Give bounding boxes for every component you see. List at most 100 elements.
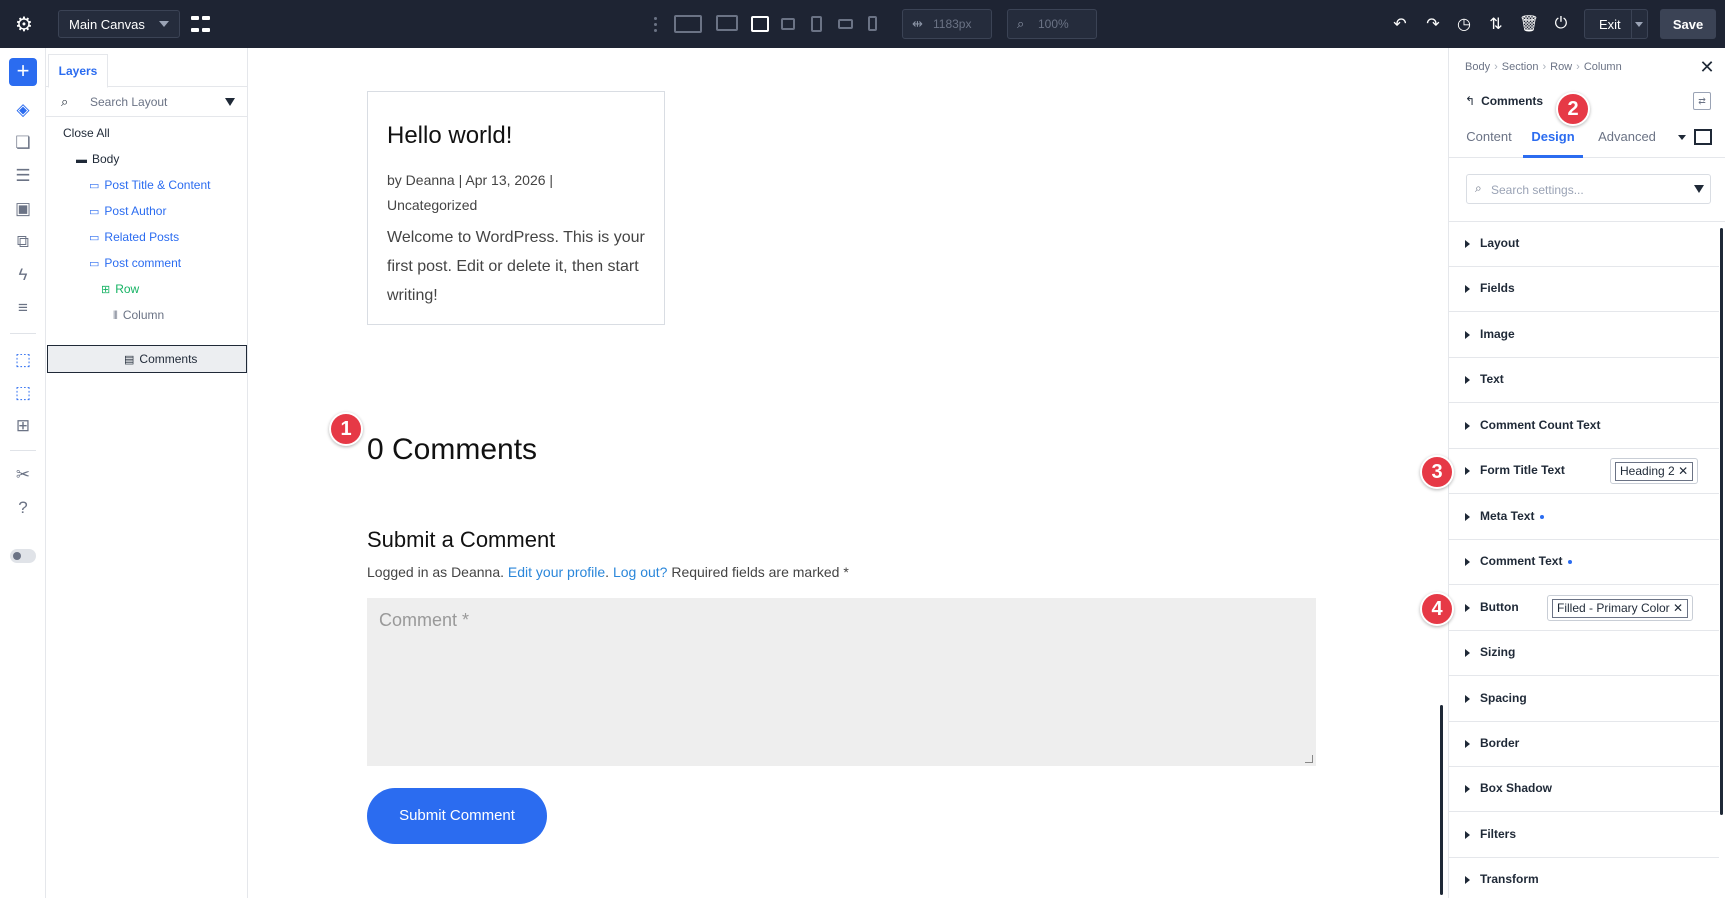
lightning-icon[interactable]: ϟ	[11, 263, 35, 287]
module-icon: ▭	[89, 232, 100, 244]
comment-textarea[interactable]: Comment *	[367, 598, 1316, 766]
power-icon[interactable]: ⏻	[1549, 12, 1573, 36]
canvas-select[interactable]: Main Canvas	[58, 10, 180, 38]
database-icon[interactable]: ☰	[11, 164, 35, 188]
select-tool-icon[interactable]: ⬚	[11, 348, 35, 372]
more-vertical-icon[interactable]	[650, 14, 660, 34]
small-landscape-view-icon[interactable]	[781, 18, 795, 30]
breadcrumb-section[interactable]: Section	[1502, 61, 1539, 73]
group-spacing[interactable]: Spacing	[1449, 677, 1719, 722]
variables-icon[interactable]: ▣	[11, 197, 35, 221]
zoom-field[interactable]: ⌕ 100%	[1007, 9, 1097, 39]
remove-preset-x-icon[interactable]: ✕	[1673, 601, 1683, 615]
layer-item-related-posts[interactable]: ▭ Related Posts	[89, 225, 179, 249]
mode-toggle[interactable]	[10, 549, 36, 563]
breadcrumb: Body › Section › Row › Column	[1465, 61, 1622, 73]
pages-icon[interactable]: ⧉	[11, 230, 35, 254]
exit-dropdown-chevron-icon[interactable]	[1635, 22, 1643, 27]
template-icon[interactable]: ⊞	[11, 414, 35, 438]
group-text[interactable]: Text	[1449, 358, 1719, 403]
tab-content[interactable]: Content	[1459, 116, 1519, 158]
canvas-width-field[interactable]: ⇹ 1183px	[902, 9, 992, 39]
layer-item-column[interactable]: ⦀ Column	[113, 303, 164, 327]
add-plus-icon[interactable]: +	[9, 58, 37, 86]
close-all-button[interactable]: Close All	[63, 121, 110, 145]
logout-link[interactable]: Log out?	[613, 564, 668, 580]
group-layout[interactable]: Layout	[1449, 222, 1719, 267]
group-border[interactable]: Border	[1449, 722, 1719, 767]
layer-item-comments[interactable]: ▤ Comments	[124, 347, 197, 371]
phone-landscape-view-icon[interactable]	[838, 19, 853, 29]
post-card[interactable]: Hello world! by Deanna | Apr 13, 2026 | …	[367, 91, 665, 325]
filter-icon[interactable]	[225, 98, 235, 106]
layer-item-post-author[interactable]: ▭ Post Author	[89, 199, 166, 223]
post-meta: by Deanna | Apr 13, 2026 | Uncategorized	[387, 168, 657, 218]
tab-design[interactable]: Design	[1523, 116, 1583, 158]
zoom-search-icon: ⌕	[1017, 16, 1025, 31]
preset-tag-heading-2[interactable]: Heading 2 ✕	[1610, 458, 1699, 484]
preset-tag-filled-primary[interactable]: Filled - Primary Color ✕	[1547, 595, 1694, 621]
group-comment-text[interactable]: Comment Text	[1449, 540, 1719, 585]
comments-count-heading: 0 Comments	[367, 433, 538, 466]
submit-comment-button[interactable]: Submit Comment	[367, 788, 547, 844]
group-form-title-text[interactable]: Form Title Text Heading 2 ✕	[1449, 449, 1719, 494]
save-button[interactable]: Save	[1660, 9, 1716, 39]
resize-handle-icon[interactable]	[1305, 755, 1313, 763]
tabs-chevron-down-icon[interactable]	[1678, 135, 1686, 140]
undo-icon[interactable]: ↶	[1388, 12, 1412, 36]
help-icon[interactable]: ?	[11, 496, 35, 520]
settings-gear-icon[interactable]: ⚙	[12, 12, 36, 36]
layer-item-row[interactable]: ⊞ Row	[101, 277, 139, 301]
breadcrumb-column[interactable]: Column	[1584, 61, 1622, 73]
group-transform[interactable]: Transform	[1449, 858, 1719, 898]
layer-item-body[interactable]: ▬ Body	[76, 147, 119, 171]
group-comment-count-text[interactable]: Comment Count Text	[1449, 404, 1719, 449]
settings-sliders-icon[interactable]: ≡	[11, 296, 35, 320]
preset-square-icon[interactable]	[1694, 129, 1712, 145]
edit-profile-link[interactable]: Edit your profile	[508, 564, 605, 580]
tools-icon[interactable]: ✂	[11, 463, 35, 487]
grid-view-icon[interactable]	[190, 14, 210, 34]
design-library-icon[interactable]: ❏	[11, 131, 35, 155]
desktop-view-icon[interactable]	[716, 15, 738, 31]
layer-item-label: Column	[122, 308, 165, 322]
group-image[interactable]: Image	[1449, 313, 1719, 358]
settings-panel: Body › Section › Row › Column ✕ ↰ Comments ⇄ 2 …	[1448, 48, 1725, 898]
group-sizing[interactable]: Sizing	[1449, 631, 1719, 676]
submit-comment-heading: Submit a Comment	[367, 527, 556, 552]
settings-search-placeholder: Search settings...	[1491, 183, 1584, 197]
layer-item-post-comment[interactable]: ▭ Post comment	[89, 251, 181, 275]
redo-icon[interactable]: ↷	[1421, 12, 1445, 36]
group-meta-text[interactable]: Meta Text	[1449, 495, 1719, 540]
layer-item-post-title-content[interactable]: ▭ Post Title & Content	[89, 173, 210, 197]
group-fields[interactable]: Fields	[1449, 267, 1719, 312]
canvas-scrollbar[interactable]	[1440, 705, 1443, 895]
step-marker-4: 4	[1420, 592, 1454, 626]
module-options-icon[interactable]: ⇄	[1693, 92, 1711, 110]
exit-button[interactable]: Exit	[1584, 9, 1648, 39]
tab-advanced[interactable]: Advanced	[1589, 116, 1665, 158]
trash-icon[interactable]: 🗑	[1517, 12, 1541, 36]
settings-search-input[interactable]: ⌕ Search settings...	[1466, 174, 1711, 204]
close-icon[interactable]: ✕	[1698, 58, 1716, 76]
settings-scrollbar[interactable]	[1720, 228, 1723, 815]
layers-icon[interactable]: ◈	[11, 98, 35, 122]
breadcrumb-body[interactable]: Body	[1465, 61, 1490, 73]
history-icon[interactable]: ◷	[1452, 12, 1476, 36]
import-export-icon[interactable]: ⇅	[1484, 12, 1508, 36]
phone-portrait-view-icon[interactable]	[868, 16, 877, 31]
layers-search-input[interactable]: ⌕ Search Layout	[46, 87, 248, 117]
filter-icon[interactable]	[1694, 185, 1704, 193]
tablet-landscape-view-icon[interactable]	[751, 16, 769, 32]
group-box-shadow[interactable]: Box Shadow	[1449, 767, 1719, 812]
tablet-portrait-view-icon[interactable]	[811, 16, 822, 32]
tab-layers[interactable]: Layers	[48, 54, 108, 88]
group-filters[interactable]: Filters	[1449, 813, 1719, 858]
desktop-wide-view-icon[interactable]	[674, 15, 702, 33]
back-arrow-icon[interactable]: ↰	[1465, 94, 1475, 108]
remove-preset-x-icon[interactable]: ✕	[1678, 464, 1688, 478]
caret-right-icon	[1465, 604, 1470, 612]
group-button[interactable]: Button Filled - Primary Color ✕	[1449, 586, 1719, 631]
multi-select-tool-icon[interactable]: ⬚	[11, 381, 35, 405]
breadcrumb-row[interactable]: Row	[1550, 61, 1572, 73]
